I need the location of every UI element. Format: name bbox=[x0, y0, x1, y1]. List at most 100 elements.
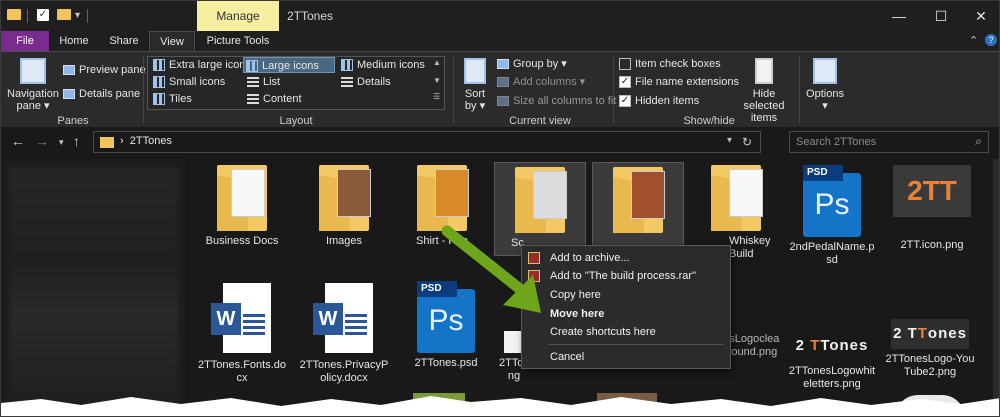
customize-toolbar-icon[interactable]: ▾ bbox=[75, 9, 80, 23]
list-item[interactable]: Images bbox=[299, 165, 389, 248]
word-glyph: W bbox=[313, 303, 343, 335]
details-option[interactable]: Details bbox=[341, 74, 391, 90]
breadcrumb-path[interactable]: 2TTones bbox=[130, 135, 172, 147]
recent-locations-icon[interactable]: ▾ bbox=[59, 137, 64, 148]
list-item[interactable]: 2 TTones 2TTonesLogowhiteletters.png bbox=[787, 331, 877, 391]
psd-tag: PSD bbox=[417, 281, 457, 297]
tiles-label: Tiles bbox=[169, 93, 192, 105]
list-item[interactable]: Business Docs bbox=[197, 165, 287, 248]
list-item[interactable]: Shirt - Kno bbox=[397, 165, 487, 248]
breadcrumb-separator: › bbox=[120, 135, 124, 147]
group-by-button[interactable]: Group by ▾ bbox=[497, 56, 567, 72]
folder-icon[interactable] bbox=[7, 9, 21, 20]
address-bar[interactable]: › 2TTones ▾ ↻ bbox=[93, 131, 761, 153]
file-name: Shirt - Kno bbox=[416, 235, 468, 247]
list-item[interactable]: W 2TTones.Fonts.docx bbox=[197, 283, 287, 385]
menu-item-cancel[interactable]: Cancel bbox=[522, 348, 730, 366]
menu-item-add-to-rar[interactable]: Add to "The build process.rar" bbox=[522, 267, 730, 285]
list-item[interactable]: W 2TTones.PrivacyPolicy.docx bbox=[299, 283, 389, 385]
list-item[interactable]: Sc bbox=[494, 162, 586, 256]
properties-icon[interactable]: ✓ bbox=[37, 9, 49, 21]
group-divider bbox=[453, 56, 454, 124]
gallery-up-icon[interactable]: ▲ bbox=[433, 58, 441, 67]
navigation-pane-button[interactable]: Navigation pane ▾ bbox=[7, 58, 59, 112]
preview-pane-button[interactable]: Preview pane bbox=[63, 62, 146, 78]
file-name-extensions-checkbox[interactable]: ✓ bbox=[619, 76, 631, 89]
tiles-icon bbox=[153, 93, 165, 106]
tab-view[interactable]: View bbox=[149, 31, 195, 51]
extra-large-icons-option[interactable]: Extra large icons bbox=[153, 57, 251, 73]
add-columns-icon bbox=[497, 77, 509, 88]
extra-large-icons-label: Extra large icons bbox=[169, 59, 251, 71]
search-input[interactable]: Search 2TTones bbox=[796, 136, 876, 148]
logo-text: 2 T bbox=[893, 325, 918, 342]
size-all-columns-button[interactable]: Size all columns to fit bbox=[497, 93, 616, 109]
word-file-icon: W bbox=[211, 283, 273, 355]
list-item[interactable]: 2 TTones 2TTonesLogo-YouTube2.png bbox=[885, 319, 975, 379]
show-hide-group-label: Show/hide bbox=[683, 115, 735, 127]
details-pane-button[interactable]: Details pane bbox=[63, 86, 140, 102]
forward-icon[interactable]: → bbox=[35, 133, 49, 149]
folder-icon bbox=[417, 165, 469, 231]
layout-group-label: Layout bbox=[279, 115, 313, 127]
list-item[interactable]: Ps PSD 2TTones.psd bbox=[401, 281, 491, 370]
add-columns-button[interactable]: Add columns ▾ bbox=[497, 74, 585, 90]
size-all-columns-label: Size all columns to fit bbox=[513, 95, 617, 107]
address-dropdown-icon[interactable]: ▾ bbox=[727, 135, 732, 146]
sort-by-button[interactable]: Sort by ▾ bbox=[459, 58, 491, 112]
photoshop-glyph: Ps bbox=[803, 173, 861, 237]
menu-item-move-here[interactable]: Move here bbox=[522, 305, 730, 323]
help-icon[interactable]: ? bbox=[985, 34, 997, 46]
minimize-button[interactable]: — bbox=[879, 1, 919, 31]
collapse-ribbon-icon[interactable]: ⌃ bbox=[969, 34, 978, 47]
navigation-pane-label: Navigation pane bbox=[7, 88, 59, 112]
back-icon[interactable]: ← bbox=[11, 133, 25, 149]
content-scrollbar[interactable] bbox=[993, 159, 999, 416]
menu-item-create-shortcuts[interactable]: Create shortcuts here bbox=[522, 323, 730, 341]
file-name: 2TTonesLogowhiteletters.png bbox=[788, 365, 876, 390]
maximize-button[interactable]: ☐ bbox=[921, 1, 961, 31]
breadcrumb[interactable]: › 2TTones bbox=[120, 135, 172, 147]
list-label: List bbox=[263, 76, 281, 88]
file-name: 2TTones.PrivacyPolicy.docx bbox=[299, 359, 389, 384]
logo-text: ones bbox=[927, 325, 967, 342]
options-button[interactable]: Options ▾ bbox=[803, 58, 847, 112]
hidden-items-checkbox[interactable]: ✓ bbox=[619, 95, 631, 108]
details-pane-label: Details pane bbox=[79, 88, 141, 100]
search-icon: ⌕ bbox=[975, 134, 982, 148]
logo-text: 2 bbox=[795, 337, 811, 354]
content-option[interactable]: Content bbox=[247, 91, 302, 107]
tab-home[interactable]: Home bbox=[51, 31, 97, 51]
large-icons-option[interactable]: Large icons bbox=[243, 57, 335, 73]
search-box[interactable]: Search 2TTones ⌕ bbox=[789, 131, 989, 153]
list-item[interactable] bbox=[592, 162, 684, 246]
gallery-expand-icon[interactable]: ☰ bbox=[433, 92, 440, 101]
medium-icons-option[interactable]: Medium icons bbox=[341, 57, 425, 73]
item-check-boxes-toggle[interactable]: Item check boxes bbox=[619, 56, 721, 72]
psd-tag: PSD bbox=[803, 165, 843, 181]
new-folder-icon[interactable] bbox=[57, 9, 71, 20]
blurred-tree bbox=[9, 167, 179, 407]
close-button[interactable]: ✕ bbox=[961, 1, 999, 31]
list-option[interactable]: List bbox=[247, 74, 280, 90]
gallery-down-icon[interactable]: ▼ bbox=[433, 76, 441, 85]
manage-context-tab[interactable]: Manage bbox=[197, 1, 279, 31]
menu-item-add-to-archive[interactable]: Add to archive... bbox=[522, 249, 730, 267]
tab-picture-tools[interactable]: Picture Tools bbox=[197, 31, 279, 51]
list-item[interactable]: Ps PSD 2ndPedalName.psd bbox=[787, 165, 877, 267]
list-item[interactable]: 2TT 2TT.icon.png bbox=[887, 165, 977, 252]
tab-file[interactable]: File bbox=[1, 31, 49, 51]
up-icon[interactable]: ↑ bbox=[73, 133, 80, 149]
menu-item-copy-here[interactable]: Copy here bbox=[522, 286, 730, 304]
tab-share[interactable]: Share bbox=[101, 31, 147, 51]
window-title: 2TTones bbox=[287, 9, 334, 23]
tiles-option[interactable]: Tiles bbox=[153, 91, 192, 107]
navigation-pane[interactable] bbox=[1, 159, 185, 416]
image-thumbnail: 2TT bbox=[893, 165, 971, 217]
refresh-icon[interactable]: ↻ bbox=[742, 135, 752, 149]
file-name-extensions-toggle[interactable]: ✓ File name extensions bbox=[619, 74, 739, 90]
small-icons-option[interactable]: Small icons bbox=[153, 74, 225, 90]
hidden-items-toggle[interactable]: ✓ Hidden items bbox=[619, 93, 699, 109]
item-check-boxes-checkbox[interactable] bbox=[619, 58, 631, 71]
file-name: 2TT.icon.png bbox=[900, 239, 964, 251]
